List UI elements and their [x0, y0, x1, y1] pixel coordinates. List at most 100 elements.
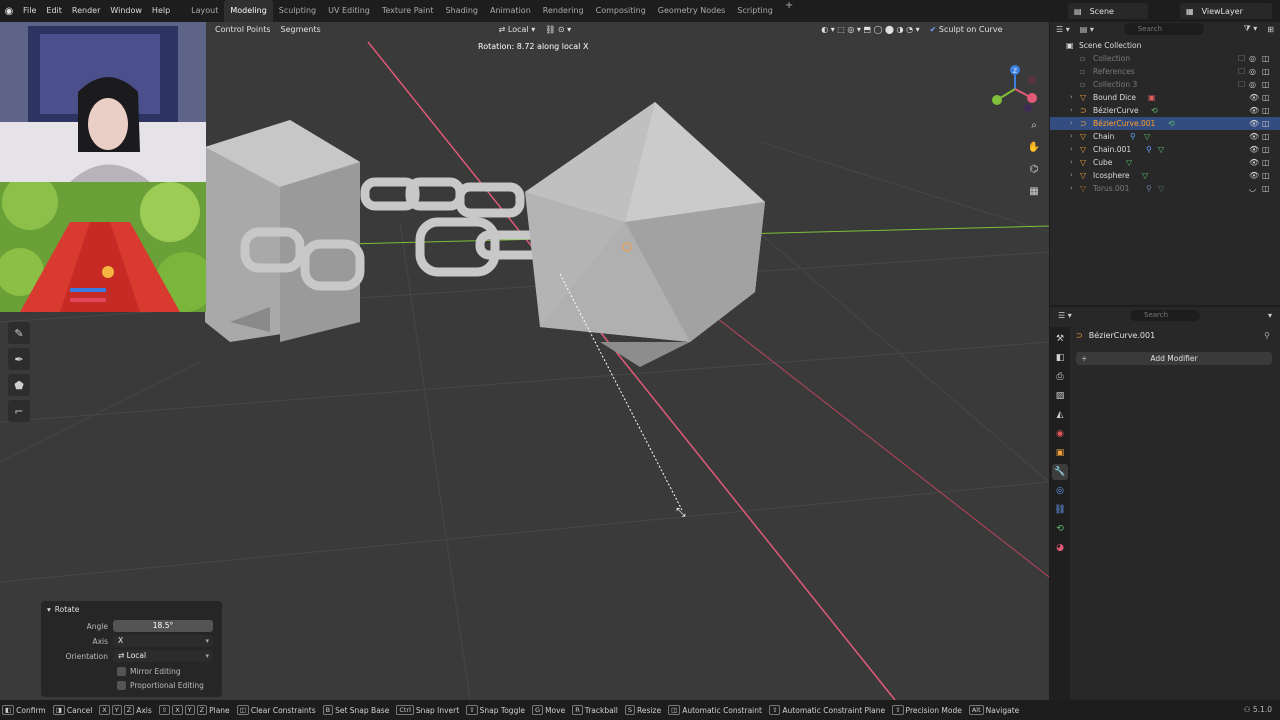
camera-icon[interactable]: ◫: [1262, 117, 1270, 130]
world-tab-icon[interactable]: ◉: [1052, 426, 1068, 442]
eye-icon[interactable]: 👁: [1249, 169, 1259, 182]
display-mode-icon[interactable]: ▤ ▾: [1080, 25, 1094, 34]
expand-arrow-icon[interactable]: ›: [1070, 169, 1073, 182]
expand-arrow-icon[interactable]: ›: [1070, 91, 1073, 104]
camera-icon[interactable]: ◫: [1262, 156, 1270, 169]
proportional-editing-checkbox[interactable]: Proportional Editing: [117, 678, 222, 692]
eye-icon[interactable]: 👁: [1249, 143, 1259, 156]
pan-hand-icon[interactable]: ✋: [1026, 140, 1042, 156]
radius-tool-icon[interactable]: ⌐: [8, 400, 30, 422]
tab-animation[interactable]: Animation: [484, 0, 537, 22]
chevron-down-icon[interactable]: ▾: [1268, 311, 1272, 320]
angle-field[interactable]: 18.5°: [113, 620, 213, 632]
camera-disabled-icon[interactable]: ◫: [1262, 65, 1270, 78]
camera-icon[interactable]: ◫: [1262, 143, 1270, 156]
menu-render[interactable]: Render: [67, 0, 105, 22]
outliner-row-chain[interactable]: › ▽ Chain ⚲ ▽ 👁 ◫: [1050, 130, 1280, 143]
pen-tool-icon[interactable]: ✒: [8, 348, 30, 370]
tab-sculpting[interactable]: Sculpting: [273, 0, 322, 22]
eye-hidden-icon[interactable]: ◎: [1249, 78, 1256, 91]
snap-icon[interactable]: ⛓ ⊙ ▾: [540, 25, 576, 34]
zoom-icon[interactable]: ⌕: [1026, 118, 1042, 134]
exclude-checkbox-icon[interactable]: ☐: [1238, 65, 1245, 78]
outliner-row-icosphere[interactable]: › ▽ Icosphere ▽ 👁 ◫: [1050, 169, 1280, 182]
exclude-checkbox-icon[interactable]: ☐: [1238, 52, 1245, 65]
menu-control-points[interactable]: Control Points: [210, 25, 276, 34]
tab-rendering[interactable]: Rendering: [537, 0, 590, 22]
expand-arrow-icon[interactable]: ›: [1070, 117, 1073, 130]
new-collection-icon[interactable]: ⊞: [1267, 25, 1274, 34]
eye-hidden-icon[interactable]: ◎: [1249, 65, 1256, 78]
eye-hidden-icon[interactable]: ◎: [1249, 52, 1256, 65]
x-axis-handle[interactable]: [1027, 93, 1037, 103]
camera-icon[interactable]: ◫: [1262, 169, 1270, 182]
tab-uv-editing[interactable]: UV Editing: [322, 0, 376, 22]
visibility-icon[interactable]: ◐ ▾ ⬚ ◎ ▾ ⬒ ◯ ⬤ ◑ ◔ ▾: [816, 25, 924, 34]
expand-arrow-icon[interactable]: ›: [1070, 156, 1073, 169]
pin-icon[interactable]: ⚲: [1264, 331, 1270, 340]
data-tab-icon[interactable]: ⟲: [1052, 521, 1068, 537]
eye-icon[interactable]: 👁: [1249, 117, 1259, 130]
eye-hidden-icon[interactable]: ◡: [1249, 182, 1256, 195]
perspective-grid-icon[interactable]: ▦: [1026, 184, 1042, 200]
tab-layout[interactable]: Layout: [185, 0, 224, 22]
outliner-row-chain-001[interactable]: › ▽ Chain.001 ⚲ ▽ 👁 ◫: [1050, 143, 1280, 156]
camera-disabled-icon[interactable]: ◫: [1262, 52, 1270, 65]
outliner-row-references[interactable]: ▫ References ☐ ◎ ◫: [1050, 65, 1280, 78]
menu-window[interactable]: Window: [105, 0, 147, 22]
properties-search-input[interactable]: Search: [1130, 310, 1200, 321]
menu-segments[interactable]: Segments: [276, 25, 326, 34]
modifier-tab-icon[interactable]: 🔧: [1052, 464, 1068, 480]
outliner-row-cube[interactable]: › ▽ Cube ▽ 👁 ◫: [1050, 156, 1280, 169]
outliner-row-collection-3[interactable]: ▫ Collection 3 ☐ ◎ ◫: [1050, 78, 1280, 91]
scene-collection-row[interactable]: ▣ Scene Collection: [1050, 39, 1280, 52]
editor-type-icon[interactable]: ☰ ▾: [1058, 311, 1072, 320]
menu-edit[interactable]: Edit: [41, 0, 67, 22]
proportional-checkbox-box[interactable]: [117, 680, 126, 690]
outliner-row-torus-001[interactable]: › ▽ Torus.001 ⚲ ▽ ◡ ◫: [1050, 182, 1280, 195]
camera-icon[interactable]: ◫: [1262, 182, 1270, 195]
mirror-checkbox-box[interactable]: [117, 666, 126, 676]
tab-geometry-nodes[interactable]: Geometry Nodes: [652, 0, 731, 22]
rotate-panel-header[interactable]: ▾ Rotate: [41, 601, 222, 618]
orientation-dropdown[interactable]: ⇄ Local ▾: [494, 25, 541, 34]
tab-modeling[interactable]: Modeling: [224, 0, 273, 22]
menu-help[interactable]: Help: [147, 0, 175, 22]
expand-arrow-icon[interactable]: ›: [1070, 104, 1073, 117]
expand-arrow-icon[interactable]: ›: [1070, 182, 1073, 195]
eye-icon[interactable]: 👁: [1249, 130, 1259, 143]
menu-file[interactable]: File: [18, 0, 41, 22]
tab-texture-paint[interactable]: Texture Paint: [376, 0, 440, 22]
camera-icon[interactable]: ◫: [1262, 91, 1270, 104]
outliner-row-bound-dice[interactable]: › ▽ Bound Dice ▣ 👁 ◫: [1050, 91, 1280, 104]
tab-scripting[interactable]: Scripting: [731, 0, 779, 22]
expand-arrow-icon[interactable]: ›: [1070, 130, 1073, 143]
exclude-checkbox-icon[interactable]: ☐: [1238, 78, 1245, 91]
extrude-tool-icon[interactable]: ⬟: [8, 374, 30, 396]
scene-selector[interactable]: ▤ Scene: [1068, 3, 1148, 19]
outliner-row-collection[interactable]: ▫ Collection ☐ ◎ ◫: [1050, 52, 1280, 65]
outliner-row-beziercurve[interactable]: › ⊃ BézierCurve ⟲ 👁 ◫: [1050, 104, 1280, 117]
add-modifier-button[interactable]: + Add Modifier: [1076, 352, 1272, 365]
camera-icon[interactable]: ⌬: [1026, 162, 1042, 178]
outliner-row-beziercurve-001[interactable]: › ⊃ BézierCurve.001 ⟲ 👁 ◫: [1050, 117, 1280, 130]
draw-tool-icon[interactable]: ✎: [8, 322, 30, 344]
expand-arrow-icon[interactable]: ›: [1070, 143, 1073, 156]
add-workspace-icon[interactable]: +: [779, 0, 799, 22]
mirror-editing-checkbox[interactable]: Mirror Editing: [117, 664, 222, 678]
object-tab-icon[interactable]: ▣: [1052, 445, 1068, 461]
axis-dropdown[interactable]: X ▾: [113, 635, 213, 647]
eye-icon[interactable]: 👁: [1249, 104, 1259, 117]
camera-disabled-icon[interactable]: ◫: [1262, 78, 1270, 91]
render-tab-icon[interactable]: ◧: [1052, 350, 1068, 366]
filter-icon[interactable]: ⧩ ▾: [1244, 24, 1258, 34]
outliner-search-input[interactable]: Search: [1123, 23, 1204, 35]
tab-shading[interactable]: Shading: [439, 0, 484, 22]
material-tab-icon[interactable]: ◕: [1052, 540, 1068, 556]
constraint-tab-icon[interactable]: ⛓: [1052, 502, 1068, 518]
camera-icon[interactable]: ◫: [1262, 104, 1270, 117]
view-layer-tab-icon[interactable]: ▨: [1052, 388, 1068, 404]
blender-logo-icon[interactable]: ◉: [0, 6, 18, 17]
scene-tab-icon[interactable]: ◭: [1052, 407, 1068, 423]
view-layer-selector[interactable]: ▦ ViewLayer: [1180, 3, 1272, 19]
